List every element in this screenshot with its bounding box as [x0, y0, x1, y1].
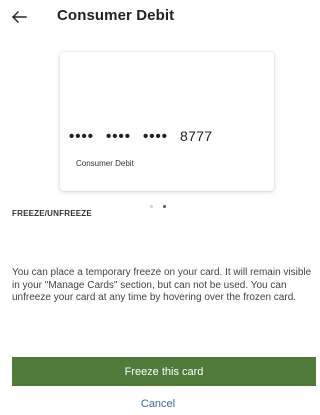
page-title: Consumer Debit — [57, 7, 175, 24]
card-name: Consumer Debit — [76, 159, 134, 168]
card-number: •••• •••• •••• 8777 — [69, 128, 212, 144]
back-button[interactable] — [8, 6, 30, 28]
debit-card[interactable]: •••• •••• •••• 8777 Consumer Debit — [60, 52, 274, 191]
pager-dot-active[interactable] — [163, 205, 166, 208]
masked-digits: •••• — [106, 127, 132, 145]
header: Consumer Debit — [0, 0, 316, 36]
freeze-card-button[interactable]: Freeze this card — [12, 357, 316, 386]
card-freeze-screen: Consumer Debit •••• •••• •••• 8777 Consu… — [0, 0, 316, 415]
pager-dot[interactable] — [150, 205, 153, 208]
arrow-left-icon — [12, 11, 27, 23]
card-last-four: 8777 — [180, 128, 213, 144]
section-heading: FREEZE/UNFREEZE — [12, 209, 92, 218]
cancel-button[interactable]: Cancel — [0, 398, 316, 410]
carousel-pager — [0, 205, 316, 208]
masked-digits: •••• — [143, 127, 169, 145]
masked-digits: •••• — [69, 127, 95, 145]
freeze-description: You can place a temporary freeze on your… — [12, 267, 312, 303]
